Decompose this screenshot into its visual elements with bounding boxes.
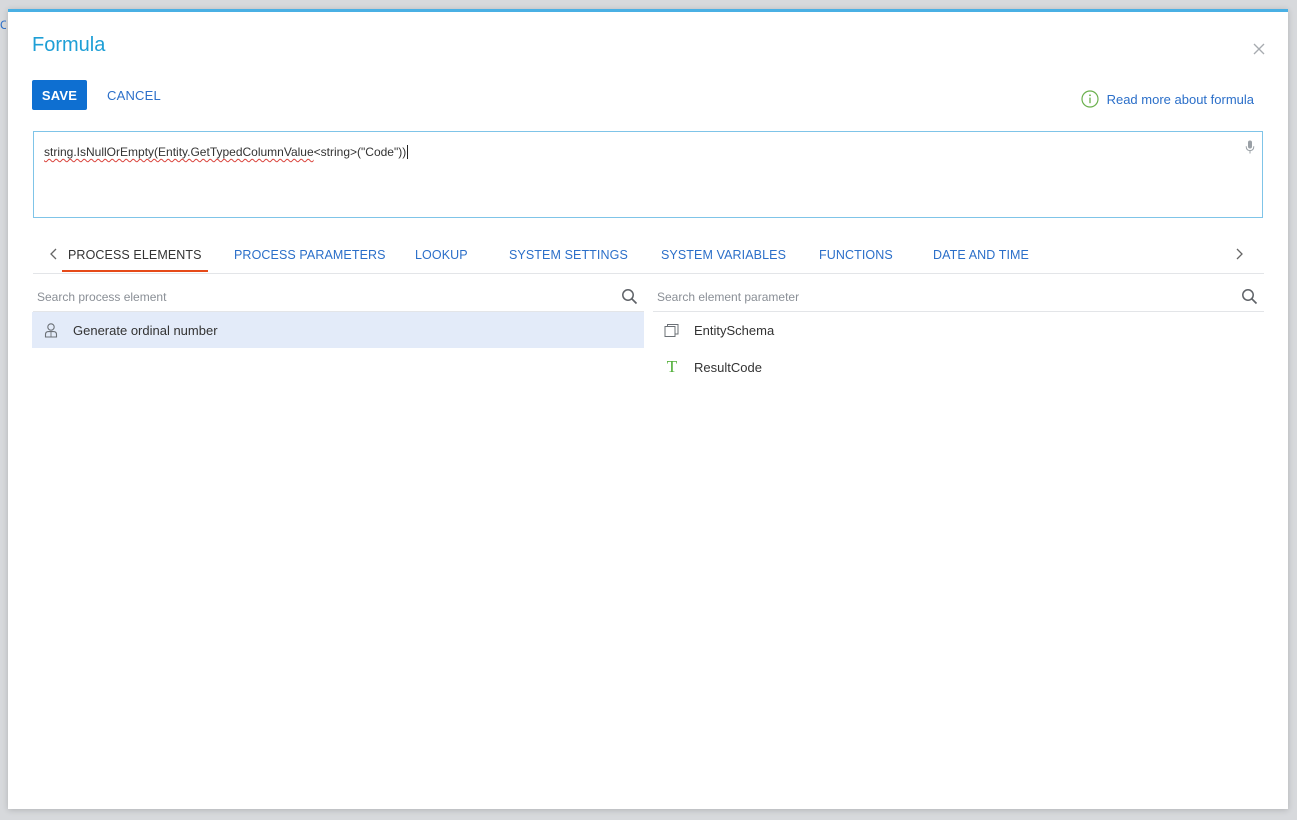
info-icon — [1080, 90, 1099, 108]
search-icon[interactable] — [1241, 288, 1258, 305]
object-stack-icon — [664, 322, 680, 338]
close-button[interactable] — [1252, 42, 1266, 56]
process-element-search — [33, 282, 644, 312]
process-element-item[interactable]: Generate ordinal number — [32, 312, 644, 348]
parameter-item-entityschema[interactable]: EntitySchema — [653, 312, 1264, 348]
formula-editor[interactable]: string.IsNullOrEmpty(Entity.GetTypedColu… — [33, 131, 1263, 218]
close-icon — [1253, 43, 1265, 55]
element-parameter-search-input[interactable] — [657, 288, 1217, 306]
search-icon[interactable] — [621, 288, 638, 305]
user-task-icon — [43, 322, 59, 338]
microphone-icon[interactable] — [1245, 140, 1255, 154]
process-element-label: Generate ordinal number — [73, 322, 218, 338]
read-more-link[interactable]: Read more about formula — [1080, 90, 1254, 108]
tab-process-parameters[interactable]: PROCESS PARAMETERS — [234, 240, 386, 272]
background-edge-text: CE — [0, 18, 6, 32]
element-parameter-search — [653, 282, 1264, 312]
tab-system-variables[interactable]: SYSTEM VARIABLES — [661, 240, 786, 272]
cancel-button[interactable]: CANCEL — [100, 80, 168, 110]
formula-text: string.IsNullOrEmpty(Entity.GetTypedColu… — [44, 145, 409, 159]
formula-text-part1: string.IsNullOrEmpty(Entity.GetTypedColu… — [44, 145, 314, 159]
tab-lookup[interactable]: LOOKUP — [415, 240, 468, 272]
tab-process-elements[interactable]: PROCESS ELEMENTS — [62, 240, 208, 272]
formula-text-part2: <string>("Code")) — [313, 145, 407, 159]
formula-dialog: Formula SAVE CANCEL Read more about form… — [8, 9, 1288, 809]
tab-functions[interactable]: FUNCTIONS — [819, 240, 893, 272]
tabs-bar: PROCESS ELEMENTS PROCESS PARAMETERS LOOK… — [33, 240, 1264, 274]
parameter-item-resultcode[interactable]: T ResultCode — [653, 349, 1264, 385]
tab-date-and-time[interactable]: DATE AND TIME — [933, 240, 1029, 272]
parameter-label: ResultCode — [694, 359, 762, 375]
process-element-search-input[interactable] — [37, 288, 597, 306]
dialog-title: Formula — [32, 34, 106, 56]
text-caret — [407, 145, 409, 159]
chevron-left-icon[interactable] — [47, 246, 61, 262]
save-button[interactable]: SAVE — [32, 80, 87, 110]
tab-system-settings[interactable]: SYSTEM SETTINGS — [509, 240, 628, 272]
read-more-label: Read more about formula — [1106, 91, 1254, 107]
chevron-right-icon[interactable] — [1232, 246, 1246, 262]
parameter-label: EntitySchema — [694, 322, 775, 338]
text-type-icon: T — [666, 357, 678, 376]
